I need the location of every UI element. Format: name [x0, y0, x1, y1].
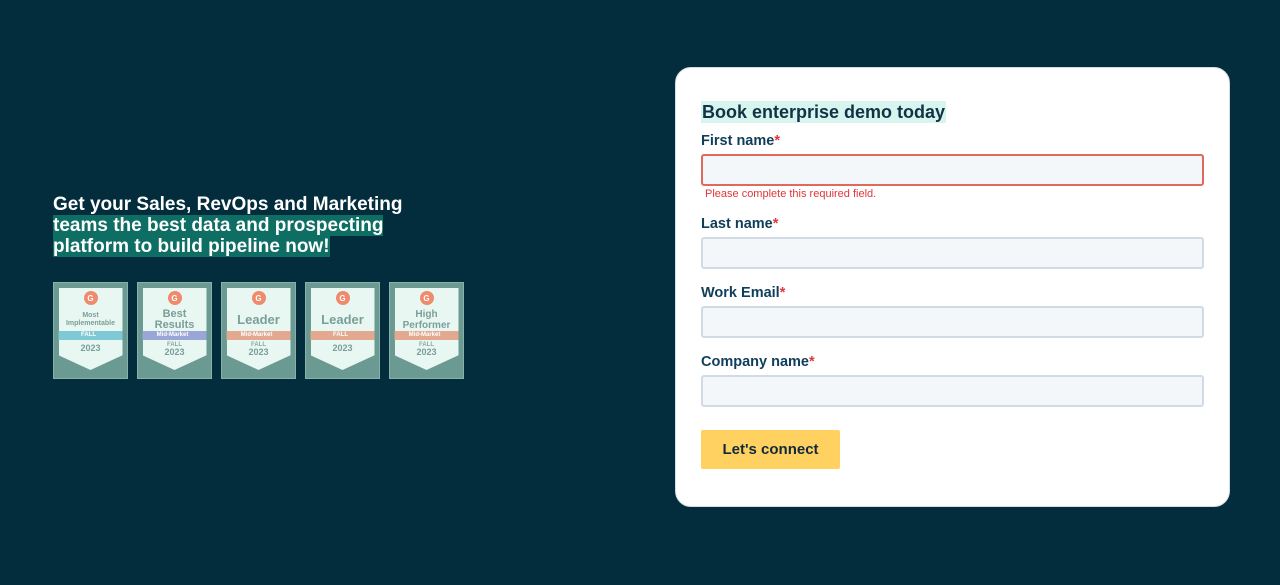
required-mark: *	[808, 354, 815, 370]
badge-title: Leader	[237, 312, 280, 327]
hero-line-1: Get your Sales, RevOps and Marketing	[53, 194, 403, 215]
required-mark: *	[779, 285, 786, 301]
first-name-group: First name* Please complete this require…	[701, 132, 1205, 200]
work-email-label: Work Email*	[701, 284, 1205, 302]
lets-connect-button[interactable]: Let's connect	[701, 430, 840, 469]
last-name-input[interactable]	[701, 237, 1204, 269]
hero-line-3: platform to build pipeline now!	[53, 236, 330, 257]
first-name-label-text: First name	[701, 133, 775, 149]
g2-logo-icon: G	[335, 291, 350, 305]
badge-year: 2023	[248, 347, 269, 357]
company-name-label-text: Company name	[701, 354, 809, 370]
badge-ribbon: FALL	[310, 331, 375, 340]
g2-logo-icon: G	[419, 291, 434, 305]
badge-ribbon: Mid-Market	[226, 331, 291, 340]
g2-logo-icon: G	[251, 291, 266, 305]
required-mark: *	[772, 216, 779, 232]
work-email-group: Work Email*	[701, 284, 1205, 338]
badge-leader: G Leader FALL 2023	[305, 282, 380, 379]
company-name-group: Company name*	[701, 353, 1205, 407]
company-name-input[interactable]	[701, 375, 1204, 407]
badge-shield: G High Performer Mid-Market FALL 2023	[394, 288, 459, 370]
badge-shield: G Leader Mid-Market FALL 2023	[226, 288, 291, 370]
badge-year: 2023	[416, 347, 437, 357]
g2-logo-icon: G	[83, 291, 98, 305]
last-name-label: Last name*	[701, 215, 1205, 233]
badge-shield: G Most Implementable FALL 2023	[58, 288, 123, 370]
badge-best-results: G Best Results Mid-Market FALL 2023	[137, 282, 212, 379]
last-name-group: Last name*	[701, 215, 1205, 269]
company-name-label: Company name*	[701, 353, 1205, 371]
badge-year: 2023	[80, 343, 101, 353]
g2-logo-icon: G	[167, 291, 182, 305]
badge-title: High Performer	[402, 308, 451, 331]
last-name-label-text: Last name	[701, 216, 773, 232]
badge-ribbon: Mid-Market	[394, 331, 459, 340]
required-mark: *	[774, 133, 780, 149]
award-badges: G Most Implementable FALL 2023 G Best Re…	[53, 282, 464, 379]
hero-line-2: teams the best data and prospecting	[53, 215, 384, 236]
demo-form: Book enterprise demo today First name* P…	[701, 101, 1205, 407]
badge-ribbon: FALL	[58, 331, 123, 340]
badge-shield: G Leader FALL 2023	[310, 288, 375, 370]
badge-most-implementable: G Most Implementable FALL 2023	[53, 282, 128, 379]
hero-section: Get your Sales, RevOps and Marketing tea…	[53, 194, 473, 257]
work-email-label-text: Work Email	[701, 285, 780, 301]
badge-year: 2023	[164, 347, 185, 357]
form-title: Book enterprise demo today	[701, 101, 947, 123]
hero-headline: Get your Sales, RevOps and Marketing tea…	[53, 194, 413, 257]
badge-title: Most Implementable	[65, 311, 115, 327]
badge-title: Leader	[321, 312, 364, 327]
badge-high-performer: G High Performer Mid-Market FALL 2023	[389, 282, 464, 379]
work-email-input[interactable]	[701, 306, 1204, 338]
badge-leader-mid-market: G Leader Mid-Market FALL 2023	[221, 282, 296, 379]
demo-form-card: Book enterprise demo today First name* P…	[675, 67, 1230, 507]
first-name-error: Please complete this required field.	[705, 188, 877, 200]
badge-title: Best Results	[154, 307, 195, 331]
badge-year: 2023	[332, 343, 353, 353]
badge-shield: G Best Results Mid-Market FALL 2023	[142, 288, 207, 370]
first-name-label: First name*	[701, 132, 1205, 150]
first-name-input[interactable]	[701, 154, 1204, 186]
badge-ribbon: Mid-Market	[142, 331, 207, 340]
page: Get your Sales, RevOps and Marketing tea…	[0, 0, 1280, 585]
